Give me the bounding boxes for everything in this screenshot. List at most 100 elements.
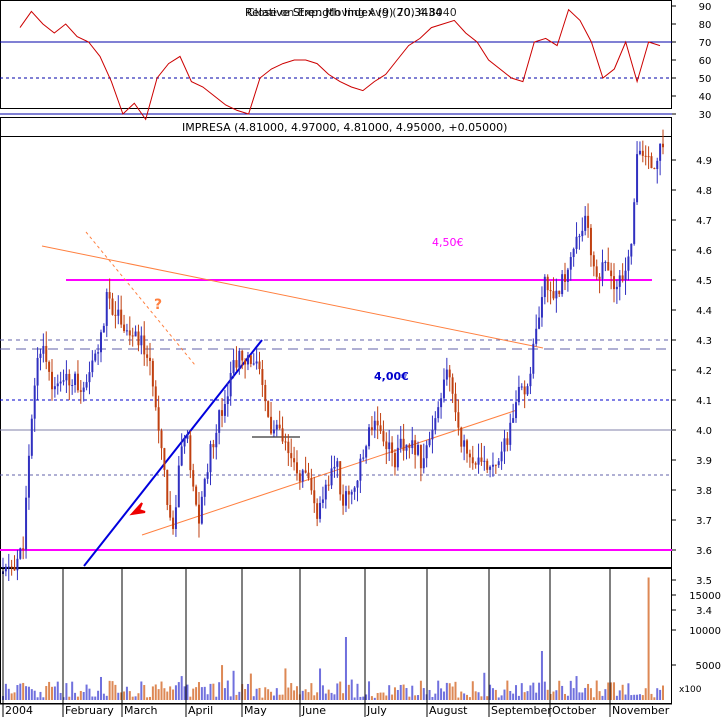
volume-bar: [304, 689, 307, 700]
candle-body: [25, 497, 28, 550]
candle-body: [192, 470, 195, 487]
candle-body: [261, 369, 264, 385]
candle-body: [526, 386, 529, 395]
candle-body: [128, 330, 131, 336]
volume-bar: [662, 685, 664, 700]
candle-body: [278, 424, 281, 429]
volume-bar: [653, 697, 656, 700]
volume-bar: [471, 681, 474, 700]
candle-body: [88, 372, 91, 383]
volume-bar: [290, 683, 293, 700]
candle-body: [581, 230, 584, 237]
candle-body: [474, 463, 477, 465]
candle-body: [238, 350, 241, 368]
volume-bar: [48, 681, 51, 700]
candle-body: [258, 361, 261, 370]
volume-bar: [659, 689, 662, 700]
volume-bar: [114, 684, 117, 700]
candle-body: [304, 470, 307, 473]
candle-body: [10, 566, 13, 568]
volume-bar: [497, 697, 500, 700]
volume-bar: [422, 688, 425, 700]
candle-body: [408, 444, 411, 449]
x-axis-label: July: [366, 704, 387, 717]
volume-bar: [515, 685, 518, 700]
volume-bar: [373, 697, 376, 700]
volume-bar: [517, 695, 520, 700]
volume-bar: [638, 694, 641, 700]
candle-body: [186, 435, 189, 439]
candle-body: [578, 236, 581, 238]
volume-bar: [154, 684, 157, 700]
candle-body: [431, 429, 434, 440]
candle-body: [42, 345, 45, 354]
candle-body: [203, 478, 206, 497]
candle-body: [520, 386, 523, 388]
volume-bar: [598, 691, 601, 700]
candle-body: [56, 383, 59, 387]
candle-body: [365, 446, 368, 458]
volume-bar: [552, 691, 555, 700]
candle-body: [370, 427, 373, 431]
candle-body: [160, 430, 163, 449]
candle-body: [255, 361, 258, 364]
annotation-4-00: 4,00€: [374, 370, 409, 383]
volume-bar: [197, 682, 200, 700]
volume-bar: [347, 684, 350, 700]
candle-body: [636, 154, 639, 203]
candle-body: [108, 292, 111, 299]
candle-body: [558, 290, 561, 295]
volume-bar: [506, 680, 509, 700]
volume-bar: [195, 687, 198, 700]
volume-bar: [558, 680, 561, 700]
price-tick-label: 4.9: [696, 156, 712, 167]
candle-body: [592, 255, 595, 267]
volume-bar: [19, 683, 22, 700]
volume-bar: [503, 689, 506, 700]
volume-bar: [448, 683, 451, 700]
volume-bar: [615, 695, 618, 700]
volume-bar: [79, 690, 82, 700]
candle-body: [298, 473, 301, 482]
volume-bar: [353, 697, 356, 700]
candle-body: [437, 407, 440, 419]
volume-bar: [174, 685, 177, 700]
volume-bar: [454, 681, 457, 700]
volume-bar: [330, 692, 333, 700]
volume-bar: [215, 696, 218, 700]
candle-body: [552, 291, 555, 299]
volume-bar: [206, 694, 209, 700]
annotation-question-mark: ?: [154, 297, 162, 313]
volume-bar: [36, 697, 39, 700]
x-axis-label: 2004: [5, 704, 33, 717]
volume-bar: [143, 685, 146, 700]
x-axis-label: June: [301, 704, 326, 717]
price-tick-label: 3.9: [696, 456, 712, 467]
candle-body: [151, 360, 154, 387]
candle-body: [595, 266, 598, 277]
volume-bar: [362, 696, 365, 700]
volume-bar: [272, 695, 275, 700]
volume-bar: [284, 668, 287, 700]
volume-bar: [140, 681, 143, 700]
candle-body: [405, 444, 408, 451]
volume-bar: [529, 685, 532, 700]
candle-body: [483, 460, 486, 462]
candle-body: [180, 446, 183, 466]
volume-bar: [344, 637, 347, 700]
candle-body: [555, 290, 558, 299]
candle-body: [339, 461, 342, 495]
rsi-tick-label: 50: [699, 74, 712, 85]
price-tick-label: 4.2: [696, 366, 712, 377]
candle-body: [140, 335, 143, 346]
candle-body: [419, 444, 422, 469]
candle-body: [428, 439, 431, 446]
candle-body: [607, 262, 610, 271]
candle-body: [463, 440, 466, 447]
price-tick-label: 4.0: [696, 426, 712, 437]
volume-bar: [33, 690, 36, 700]
volume-bar: [636, 694, 639, 700]
volume-bar: [370, 696, 373, 700]
volume-bar: [82, 691, 85, 700]
x-axis-label: March: [124, 704, 158, 717]
